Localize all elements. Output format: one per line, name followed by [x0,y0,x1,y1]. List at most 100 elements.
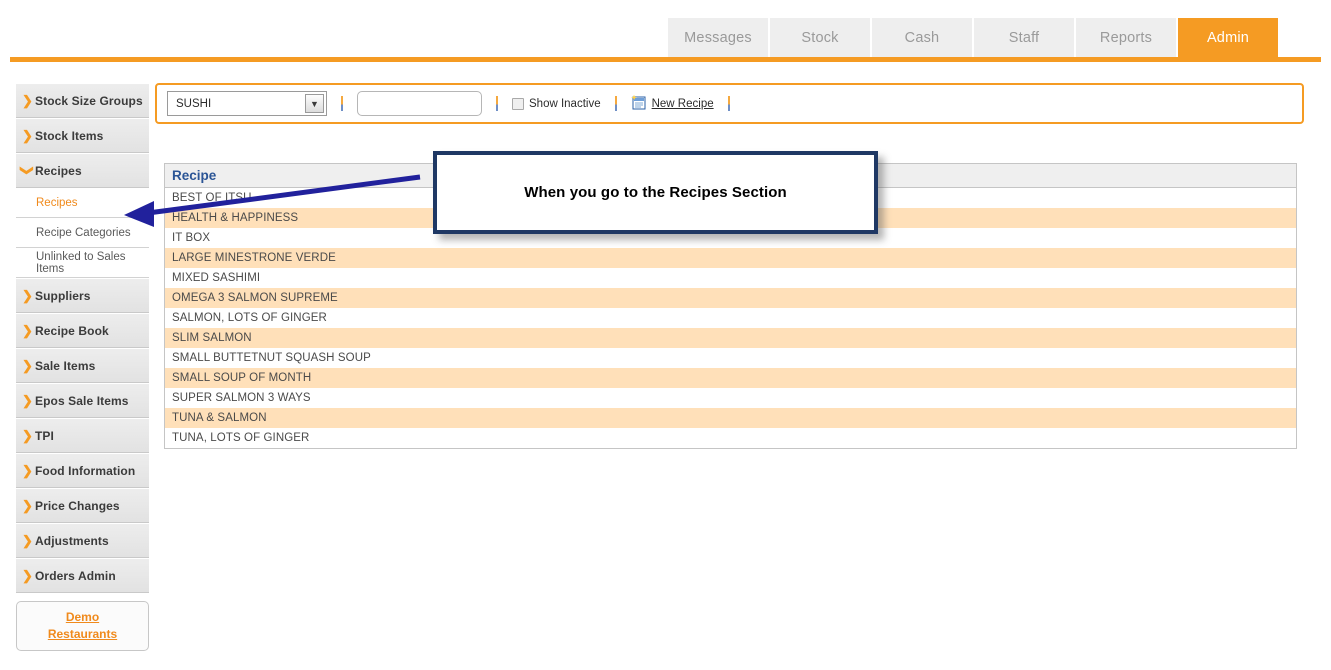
chevron-right-icon: ❯ [22,428,33,443]
recipe-name-cell: BEST OF ITSU [172,192,252,204]
sidebar-item-stock-items[interactable]: ❯ Stock Items [16,118,149,153]
recipe-name-cell: MIXED SASHIMI [172,272,261,284]
sidebar-item-label: Recipe Book [35,323,109,338]
sidebar-item-stock-size-groups[interactable]: ❯ Stock Size Groups [16,83,149,118]
sidebar-item-epos-sale-items[interactable]: ❯ Epos Sale Items [16,383,149,418]
tab-staff[interactable]: Staff [974,18,1074,57]
main-tab-list: Messages Stock Cash Staff Reports Admin [668,18,1278,57]
sidebar-item-recipe-book[interactable]: ❯ Recipe Book [16,313,149,348]
sidebar-item-label: Epos Sale Items [35,393,129,408]
sidebar-subitem-unlinked-to-sales-items[interactable]: Unlinked to Sales Items [16,248,149,278]
new-recipe-button[interactable]: New Recipe [630,94,714,113]
table-row[interactable]: SALMON, LOTS OF GINGER [165,308,1296,328]
sidebar-item-sale-items[interactable]: ❯ Sale Items [16,348,149,383]
sidebar-item-orders-admin[interactable]: ❯ Orders Admin [16,558,149,593]
demo-restaurants-label: Demo Restaurants [47,610,118,641]
tab-label: Cash [904,29,940,46]
recipe-name-cell: TUNA & SALMON [172,412,267,424]
top-navigation-bar: Messages Stock Cash Staff Reports Admin [0,0,1331,57]
toolbar-separator [614,96,617,111]
checkbox-icon[interactable] [512,97,524,110]
table-row[interactable]: SUPER SALMON 3 WAYS [165,388,1296,408]
sidebar-item-label: TPI [35,428,54,443]
toolbar-separator [727,96,730,111]
recipe-name-cell: SLIM SALMON [172,332,252,344]
chevron-down-icon[interactable]: ▼ [305,94,324,113]
tab-messages[interactable]: Messages [668,18,768,57]
app-logo [18,4,318,38]
sidebar-item-recipes[interactable]: ❯ Recipes [16,153,149,188]
chevron-down-icon: ❯ [20,165,35,176]
tab-label: Reports [1099,29,1153,46]
accent-divider-bar [10,57,1321,62]
sidebar-subitem-label: Recipes [36,196,78,209]
tab-label: Stock [801,29,839,46]
sidebar-subitem-label: Recipe Categories [36,226,131,239]
tab-label: Staff [1008,29,1040,46]
sidebar-subitem-label: Unlinked to Sales Items [36,250,126,275]
sidebar-item-label: Price Changes [35,498,120,513]
tab-cash[interactable]: Cash [872,18,972,57]
table-row[interactable]: SMALL SOUP OF MONTH [165,368,1296,388]
chevron-right-icon: ❯ [22,393,33,408]
recipe-name-cell: SUPER SALMON 3 WAYS [172,392,311,404]
sidebar-item-label: Adjustments [35,533,109,548]
recipe-name-cell: IT BOX [172,232,211,244]
recipe-name-cell: TUNA, LOTS OF GINGER [172,432,310,444]
demo-restaurants-button[interactable]: Demo Restaurants [16,601,149,651]
sidebar-item-food-information[interactable]: ❯ Food Information [16,453,149,488]
chevron-right-icon: ❯ [22,93,33,108]
recipe-name-cell: SMALL BUTTETNUT SQUASH SOUP [172,352,371,364]
new-recipe-label: New Recipe [651,97,714,110]
sidebar-item-suppliers[interactable]: ❯ Suppliers [16,278,149,313]
sidebar-item-tpi[interactable]: ❯ TPI [16,418,149,453]
annotation-callout-text: When you go to the Recipes Section [524,184,787,201]
column-header-recipe[interactable]: Recipe [172,168,216,183]
recipe-name-cell: LARGE MINESTRONE VERDE [172,252,336,264]
tab-admin[interactable]: Admin [1178,18,1278,57]
table-row[interactable]: MIXED SASHIMI [165,268,1296,288]
sidebar-item-label: Food Information [35,463,136,478]
show-inactive-label: Show Inactive [529,97,601,110]
chevron-right-icon: ❯ [22,568,33,583]
table-row[interactable]: TUNA, LOTS OF GINGER [165,428,1296,448]
chevron-right-icon: ❯ [22,463,33,478]
recipe-name-cell: HEALTH & HAPPINESS [172,212,299,224]
chevron-right-icon: ❯ [22,323,33,338]
table-row[interactable]: TUNA & SALMON [165,408,1296,428]
recipes-toolbar: SUSHI ▼ Show Inactive New Recipe [155,83,1304,124]
category-select[interactable]: SUSHI ▼ [167,91,327,116]
chevron-right-icon: ❯ [22,128,33,143]
recipe-name-cell: SALMON, LOTS OF GINGER [172,312,327,324]
sidebar-item-price-changes[interactable]: ❯ Price Changes [16,488,149,523]
recipe-name-cell: OMEGA 3 SALMON SUPREME [172,292,338,304]
tab-label: Messages [684,29,752,46]
tab-reports[interactable]: Reports [1076,18,1176,57]
sidebar-subitem-recipes[interactable]: Recipes [16,188,149,218]
chevron-right-icon: ❯ [22,358,33,373]
sidebar-item-label: Orders Admin [35,568,116,583]
table-row[interactable]: SMALL BUTTETNUT SQUASH SOUP [165,348,1296,368]
annotation-callout-box: When you go to the Recipes Section [433,151,878,234]
category-select-value: SUSHI [176,97,212,110]
search-input[interactable] [357,91,482,116]
sidebar-subitem-recipe-categories[interactable]: Recipe Categories [16,218,149,248]
table-row[interactable]: LARGE MINESTRONE VERDE [165,248,1296,268]
table-row[interactable]: OMEGA 3 SALMON SUPREME [165,288,1296,308]
toolbar-separator [496,96,498,111]
recipe-name-cell: SMALL SOUP OF MONTH [172,372,312,384]
chevron-right-icon: ❯ [22,498,33,513]
sidebar-item-label: Suppliers [35,288,91,303]
sidebar-navigation: ❯ Stock Size Groups ❯ Stock Items ❯ Recipes Re… [16,83,149,593]
toolbar-separator [341,96,343,111]
sidebar-item-label: Recipes [35,163,82,178]
tab-label: Admin [1206,29,1250,46]
new-document-icon [630,94,647,113]
sidebar-item-adjustments[interactable]: ❯ Adjustments [16,523,149,558]
table-row[interactable]: SLIM SALMON [165,328,1296,348]
show-inactive-checkbox[interactable]: Show Inactive [512,97,601,110]
tab-stock[interactable]: Stock [770,18,870,57]
sidebar-item-label: Sale Items [35,358,96,373]
chevron-right-icon: ❯ [22,288,33,303]
sidebar-item-label: Stock Items [35,128,104,143]
